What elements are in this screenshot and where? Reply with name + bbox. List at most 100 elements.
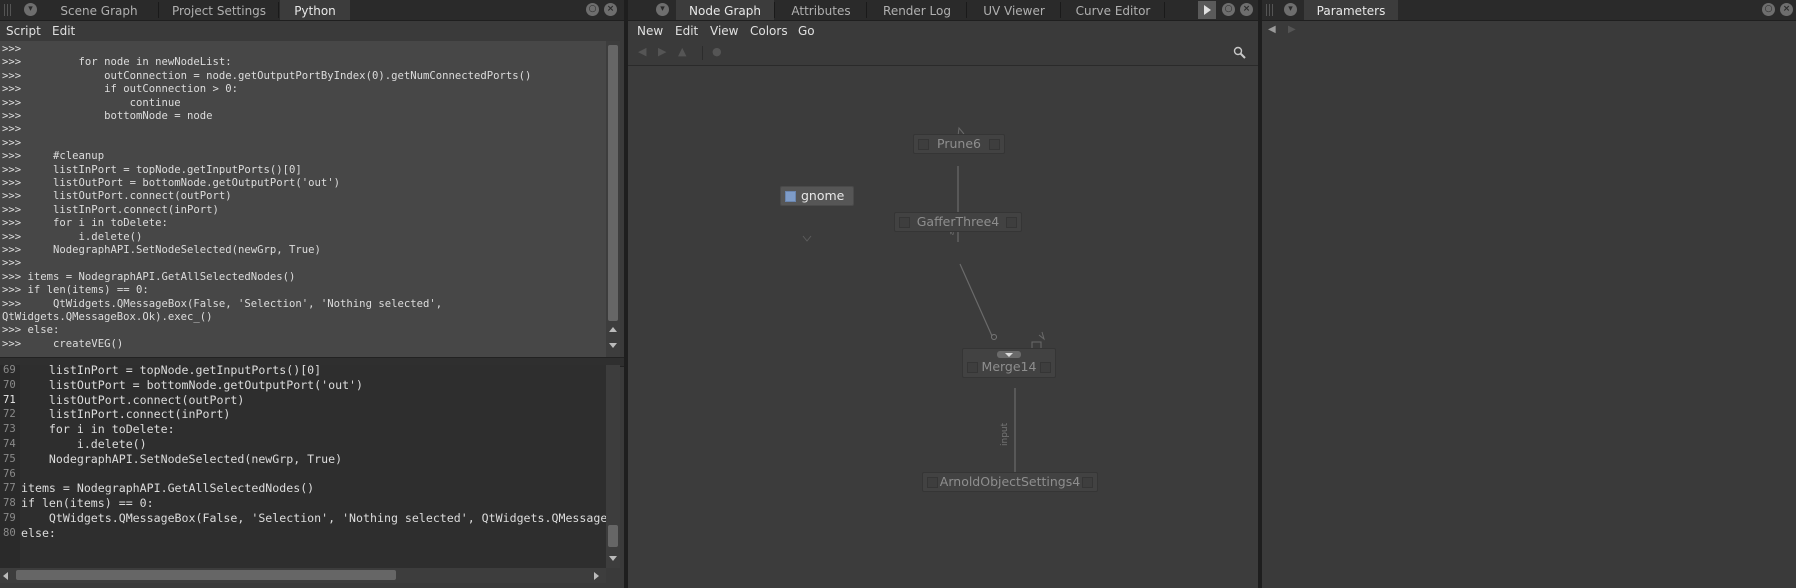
- output-code: QtWidgets.QMessageBox(False, 'Selection'…: [27, 297, 443, 310]
- node-prune6[interactable]: Prune6: [913, 134, 1005, 154]
- tab-scene-graph[interactable]: Scene Graph: [40, 0, 158, 20]
- output-prompt: >>>: [2, 69, 22, 82]
- close-pane-icon[interactable]: ×: [604, 3, 617, 16]
- menu-edit[interactable]: Edit: [52, 21, 75, 41]
- node-view-toggle[interactable]: [1006, 217, 1017, 228]
- maximize-pane-icon[interactable]: ○: [1222, 3, 1235, 16]
- output-code: QtWidgets.QMessageBox.Ok).exec_(): [2, 311, 213, 323]
- tab-render-log[interactable]: Render Log: [868, 0, 966, 20]
- output-line: >>> NodegraphAPI.SetNodeSelected(newGrp,…: [2, 244, 321, 257]
- history-back-icon[interactable]: ◀: [1268, 24, 1276, 35]
- close-pane-icon[interactable]: ×: [1240, 3, 1253, 16]
- python-pane: ▾ Scene Graph Project Settings Python ○ …: [0, 0, 624, 588]
- home-icon[interactable]: ●: [712, 46, 722, 57]
- output-line: >>> if len(items) == 0:: [2, 284, 149, 297]
- output-code: if outConnection > 0:: [27, 83, 239, 96]
- pane-grip-icon[interactable]: [4, 4, 12, 16]
- output-code: for i in toDelete:: [27, 217, 168, 230]
- output-line: >>> QtWidgets.QMessageBox(False, 'Select…: [2, 298, 442, 311]
- node-gafferthree4[interactable]: GafferThree4: [894, 212, 1022, 232]
- output-prompt: >>>: [2, 297, 22, 310]
- menu-edit[interactable]: Edit: [675, 21, 698, 41]
- tab-uv-viewer[interactable]: UV Viewer: [968, 0, 1060, 20]
- output-code: continue: [27, 96, 181, 109]
- tab-python[interactable]: Python: [280, 0, 350, 20]
- menu-new[interactable]: New: [637, 21, 663, 41]
- output-line: >>> listInPort.connect(inPort): [2, 204, 219, 217]
- output-scrollbar[interactable]: [606, 41, 620, 357]
- node-arnoldobjectsettings4[interactable]: ArnoldObjectSettings4: [922, 472, 1098, 492]
- scroll-down-icon[interactable]: [609, 343, 617, 348]
- output-line: QtWidgets.QMessageBox.Ok).exec_(): [2, 311, 212, 324]
- scroll-up-icon[interactable]: [609, 327, 617, 332]
- tab-node-graph[interactable]: Node Graph: [676, 0, 774, 20]
- up-level-icon[interactable]: ▲: [678, 46, 688, 57]
- node-graph-canvas[interactable]: a input gnome Prune6 GafferThree4 Merge1…: [628, 66, 1258, 588]
- output-prompt: >>>: [2, 96, 22, 109]
- menu-go[interactable]: Go: [798, 21, 815, 41]
- maximize-pane-icon[interactable]: ○: [586, 3, 599, 16]
- python-script-editor[interactable]: 69 listInPort = topNode.getInputPorts()[…: [0, 365, 606, 568]
- node-merge14[interactable]: Merge14: [962, 348, 1056, 378]
- tab-parameters[interactable]: Parameters: [1304, 0, 1398, 20]
- menu-script[interactable]: Script: [6, 21, 41, 41]
- output-prompt: >>>: [2, 190, 22, 203]
- output-line: >>>: [2, 43, 28, 56]
- output-prompt: >>>: [2, 284, 22, 297]
- menu-view[interactable]: View: [710, 21, 738, 41]
- editor-code-line[interactable]: QtWidgets.QMessageBox(False, 'Selection'…: [21, 510, 606, 527]
- editor-horizontal-scrollbar[interactable]: [0, 568, 606, 583]
- output-prompt: >>>: [2, 203, 22, 216]
- output-prompt: >>>: [2, 230, 22, 243]
- output-code: createVEG(): [27, 337, 124, 350]
- pane-menu-icon[interactable]: ▾: [1284, 3, 1297, 16]
- scroll-right-icon[interactable]: [594, 572, 599, 580]
- node-view-toggle[interactable]: [989, 139, 1000, 150]
- maximize-pane-icon[interactable]: ○: [1762, 3, 1775, 16]
- tab-curve-editor[interactable]: Curve Editor: [1062, 0, 1164, 20]
- output-line: >>> i.delete(): [2, 231, 142, 244]
- output-prompt: >>>: [2, 217, 22, 230]
- history-forward-icon[interactable]: ▶: [1288, 24, 1296, 35]
- output-line: >>> bottomNode = node: [2, 110, 213, 123]
- tab-attributes[interactable]: Attributes: [776, 0, 866, 20]
- output-prompt: >>>: [2, 337, 22, 350]
- output-code: outConnection = node.getOutputPortByInde…: [27, 69, 532, 82]
- output-code: listOutPort.connect(outPort): [27, 190, 232, 203]
- output-line: >>> outConnection = node.getOutputPortBy…: [2, 70, 531, 83]
- input-port-label: input: [1000, 422, 1010, 446]
- node-color-swatch: [785, 191, 796, 202]
- output-code: bottomNode = node: [27, 110, 213, 122]
- close-pane-icon[interactable]: ×: [1780, 3, 1793, 16]
- output-prompt: >>>: [2, 43, 22, 55]
- output-line: >>>: [2, 123, 28, 136]
- pane-grip-icon[interactable]: [1266, 4, 1274, 16]
- editor-scroll-down-icon[interactable]: [609, 556, 617, 561]
- menu-colors[interactable]: Colors: [750, 21, 788, 41]
- output-prompt: >>>: [2, 83, 22, 96]
- tab-project-settings[interactable]: Project Settings: [160, 0, 278, 20]
- node-view-toggle[interactable]: [1082, 477, 1093, 488]
- scroll-left-icon[interactable]: [3, 572, 8, 580]
- editor-code-line[interactable]: else:: [21, 525, 56, 542]
- tab-scroll-right-button[interactable]: [1198, 1, 1216, 19]
- output-line: >>> else:: [2, 324, 59, 337]
- parameters-pane: ▾ Parameters ○ × ◀ ▶: [1262, 0, 1796, 588]
- output-prompt: >>>: [2, 150, 22, 163]
- output-line: >>> listOutPort.connect(outPort): [2, 190, 232, 203]
- editor-code-line[interactable]: NodegraphAPI.SetNodeSelected(newGrp, Tru…: [21, 451, 342, 468]
- forward-icon[interactable]: ▶: [658, 46, 668, 57]
- pane-menu-icon[interactable]: ▾: [24, 3, 37, 16]
- python-output-area[interactable]: >>> >>> for node in newNodeList: >>> outC…: [0, 41, 606, 357]
- node-gnome[interactable]: gnome: [780, 186, 854, 206]
- output-line: >>> continue: [2, 97, 181, 110]
- back-icon[interactable]: ◀: [638, 46, 648, 57]
- search-icon[interactable]: [1233, 46, 1247, 60]
- node-view-toggle[interactable]: [1040, 362, 1051, 373]
- editor-scrollbar[interactable]: [606, 365, 620, 568]
- output-prompt: >>>: [2, 163, 22, 176]
- output-prompt: >>>: [2, 136, 22, 149]
- mid-tab-bar: ▾ Node Graph Attributes Render Log UV Vi…: [628, 0, 1258, 21]
- output-prompt: >>>: [2, 270, 22, 283]
- pane-menu-icon[interactable]: ▾: [656, 3, 669, 16]
